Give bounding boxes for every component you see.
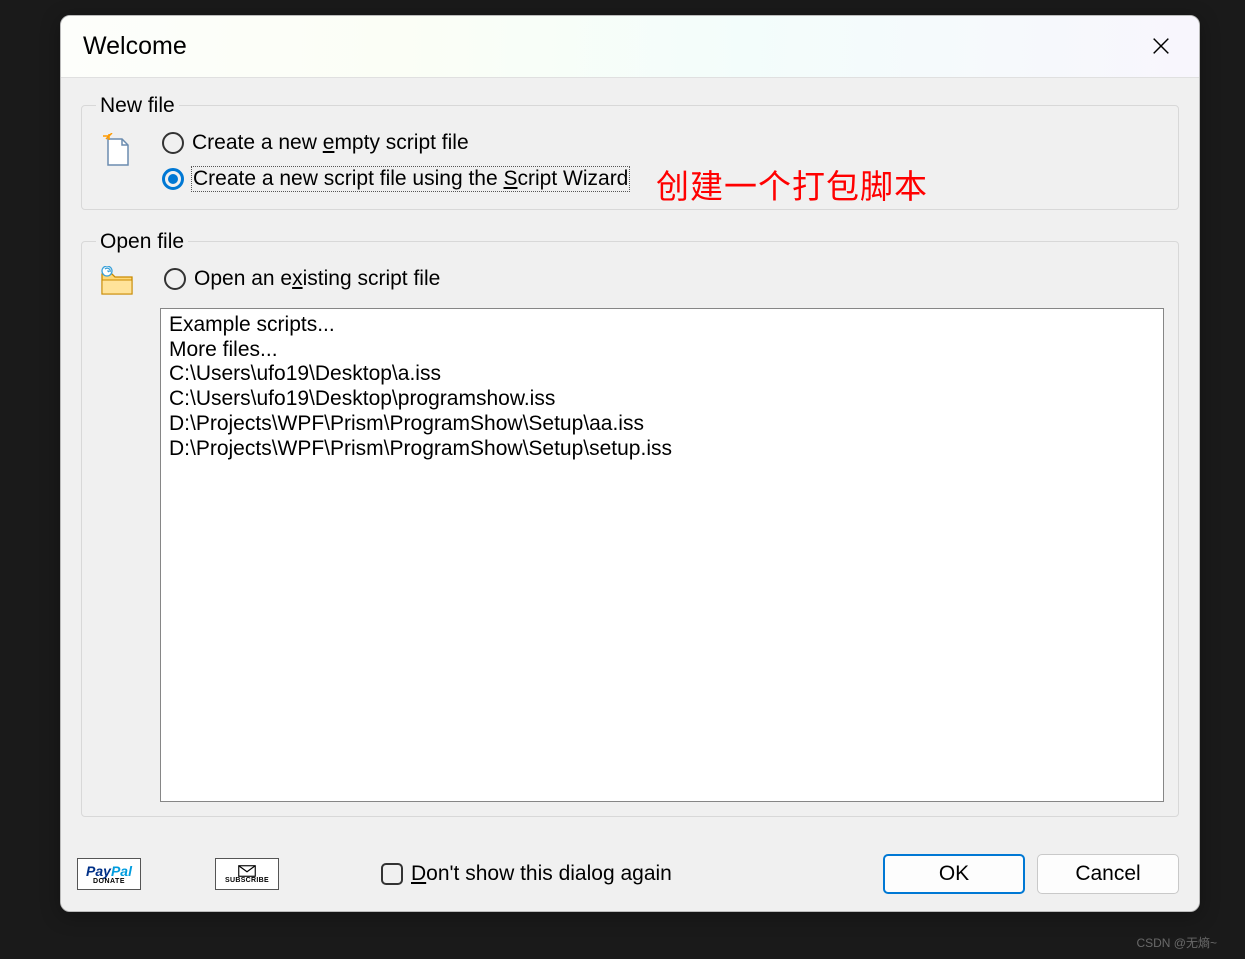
subscribe-label: SUBSCRIBE bbox=[225, 877, 269, 884]
open-folder-icon bbox=[100, 266, 134, 296]
dialog-footer: PayPal DONATE SUBSCRIBE Don't show this … bbox=[61, 837, 1199, 911]
new-file-group: New file Create a new empty script file … bbox=[81, 94, 1179, 210]
radio-icon bbox=[162, 132, 184, 154]
radio-label: Open an existing script file bbox=[194, 267, 440, 291]
annotation-text: 创建一个打包脚本 bbox=[656, 160, 928, 208]
radio-create-empty[interactable]: Create a new empty script file bbox=[162, 131, 629, 155]
list-item[interactable]: D:\Projects\WPF\Prism\ProgramShow\Setup\… bbox=[167, 437, 1157, 462]
titlebar: Welcome bbox=[61, 16, 1199, 78]
radio-label: Create a new empty script file bbox=[192, 131, 469, 155]
radio-icon bbox=[164, 268, 186, 290]
dont-show-again-checkbox[interactable]: Don't show this dialog again bbox=[381, 862, 672, 886]
radio-create-wizard[interactable]: Create a new script file using the Scrip… bbox=[162, 167, 629, 191]
list-item[interactable]: More files... bbox=[167, 338, 1157, 363]
subscribe-button[interactable]: SUBSCRIBE bbox=[215, 858, 279, 890]
paypal-donate-button[interactable]: PayPal DONATE bbox=[77, 858, 141, 890]
list-item[interactable]: C:\Users\ufo19\Desktop\a.iss bbox=[167, 362, 1157, 387]
radio-open-existing[interactable]: Open an existing script file bbox=[164, 267, 440, 291]
welcome-dialog: Welcome New file Create a new empty scri… bbox=[60, 15, 1200, 912]
envelope-icon bbox=[238, 865, 256, 877]
dialog-content: New file Create a new empty script file … bbox=[61, 78, 1199, 837]
list-item[interactable]: Example scripts... bbox=[167, 313, 1157, 338]
cancel-button[interactable]: Cancel bbox=[1037, 854, 1179, 894]
recent-files-listbox[interactable]: Example scripts...More files...C:\Users\… bbox=[160, 308, 1164, 802]
paypal-donate-label: DONATE bbox=[93, 878, 125, 885]
ok-button[interactable]: OK bbox=[883, 854, 1025, 894]
list-item[interactable]: C:\Users\ufo19\Desktop\programshow.iss bbox=[167, 387, 1157, 412]
new-file-legend: New file bbox=[96, 94, 179, 118]
dialog-title: Welcome bbox=[83, 32, 1143, 61]
new-file-icon bbox=[102, 133, 132, 167]
checkbox-label: Don't show this dialog again bbox=[411, 862, 672, 886]
paypal-logo: PayPal bbox=[86, 864, 132, 878]
radio-label: Create a new script file using the Scrip… bbox=[192, 167, 629, 191]
watermark: CSDN @无熵~ bbox=[1136, 934, 1217, 951]
radio-icon bbox=[162, 168, 184, 190]
open-file-group: Open file Open an existing script file E… bbox=[81, 230, 1179, 817]
close-button[interactable] bbox=[1143, 28, 1179, 64]
open-file-legend: Open file bbox=[96, 230, 188, 254]
close-icon bbox=[1150, 35, 1172, 57]
list-item[interactable]: D:\Projects\WPF\Prism\ProgramShow\Setup\… bbox=[167, 412, 1157, 437]
checkbox-icon bbox=[381, 863, 403, 885]
